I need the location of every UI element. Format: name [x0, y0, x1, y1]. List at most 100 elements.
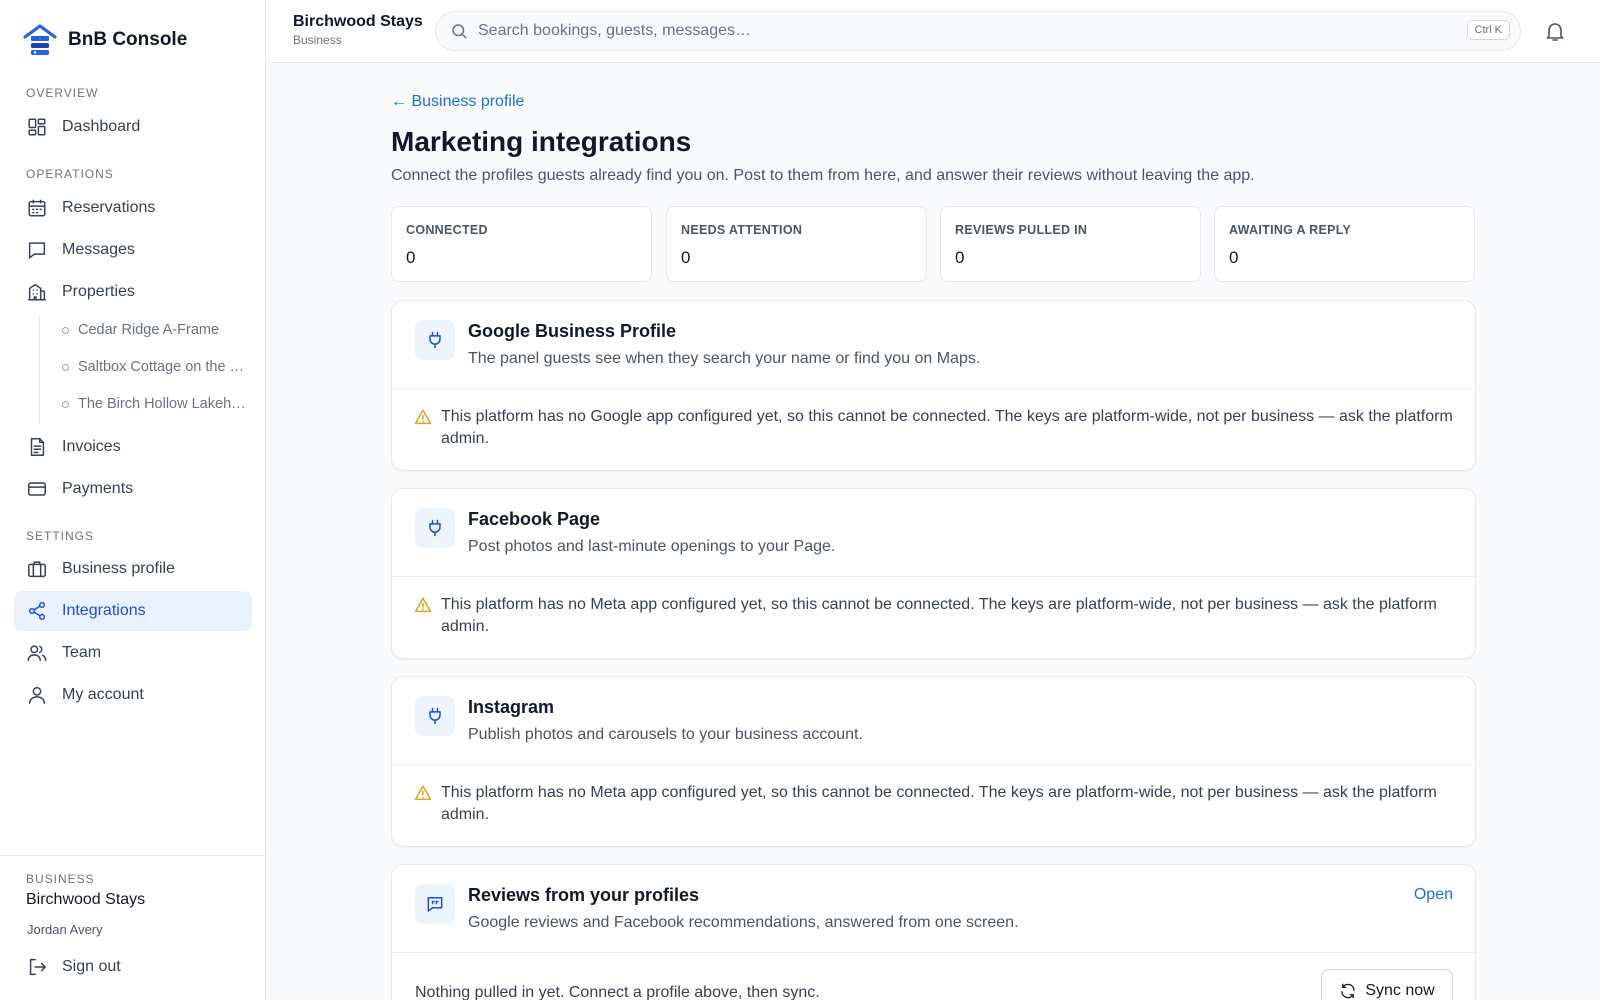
- brand[interactable]: BnB Console: [22, 22, 187, 58]
- integration-warning: This platform has no Google app configur…: [414, 406, 1454, 450]
- sidebar-item-team[interactable]: Team: [14, 633, 252, 673]
- reviews-title: Reviews from your profiles: [468, 885, 700, 905]
- topbar: Birchwood Stays Business Ctrl K: [266, 0, 1600, 63]
- search-icon: [452, 24, 467, 39]
- sync-label: Sync now: [1365, 982, 1435, 999]
- stat-value: 0: [406, 248, 416, 267]
- page-title: Marketing integrations: [391, 126, 692, 157]
- integration-card-instagram: Instagram Publish photos and carousels t…: [391, 676, 1476, 847]
- bullet-icon: [62, 326, 69, 334]
- warning-triangle-icon: [414, 597, 432, 613]
- quote-message-icon: [427, 897, 443, 912]
- stat-label: NEEDS ATTENTION: [681, 223, 803, 237]
- section-settings: SETTINGS: [26, 529, 95, 543]
- sidebar-item-reservations[interactable]: Reservations: [14, 188, 252, 228]
- business-switcher-name[interactable]: Birchwood Stays: [293, 13, 423, 31]
- business-switcher-sub: Business: [293, 33, 342, 47]
- integration-title: Google Business Profile: [468, 321, 677, 341]
- integration-warning: This platform has no Meta app configured…: [414, 594, 1454, 638]
- shortcut-hint: Ctrl K: [1466, 20, 1510, 40]
- message-icon: [28, 242, 46, 259]
- warning-text: This platform has no Google app configur…: [441, 408, 1453, 447]
- sidebar-item-label: Team: [62, 644, 102, 661]
- sidebar: BnB Console OVERVIEW Dashboard OPERATION…: [0, 0, 266, 1000]
- divider: [392, 952, 1475, 953]
- search-input[interactable]: [478, 22, 1378, 40]
- section-operations: OPERATIONS: [26, 167, 114, 181]
- integration-warning: This platform has no Meta app configured…: [414, 782, 1454, 826]
- reviews-empty-text: Nothing pulled in yet. Connect a profile…: [415, 984, 820, 1000]
- integration-card-google: Google Business Profile The panel guests…: [391, 300, 1476, 471]
- stat-card-reviews-pulled-in: REVIEWS PULLED IN 0: [940, 206, 1201, 282]
- property-item[interactable]: Cedar Ridge A-Frame: [62, 322, 250, 338]
- stat-label: REVIEWS PULLED IN: [955, 223, 1088, 237]
- plug-icon-wrap: [415, 508, 455, 548]
- property-item[interactable]: Saltbox Cottage on the …: [62, 359, 250, 375]
- plug-icon: [429, 331, 441, 349]
- sidebar-item-integrations[interactable]: Integrations: [14, 591, 252, 631]
- sidebar-item-label: Integrations: [62, 602, 146, 619]
- bullet-icon: [62, 400, 69, 408]
- search-bar[interactable]: Ctrl K: [435, 11, 1521, 51]
- sidebar-item-invoices[interactable]: Invoices: [14, 427, 252, 467]
- warning-triangle-icon: [414, 785, 432, 801]
- divider: [392, 388, 1475, 389]
- plug-icon: [429, 707, 441, 725]
- back-to-business-profile-link[interactable]: ← Business profile: [391, 93, 524, 111]
- stat-label: CONNECTED: [406, 223, 488, 237]
- integration-subtitle: The panel guests see when they search yo…: [468, 350, 981, 367]
- sidebar-item-payments[interactable]: Payments: [14, 469, 252, 509]
- sign-out-icon: [29, 958, 46, 976]
- plug-icon-wrap: [415, 320, 455, 360]
- page-description: Connect the profiles guests already find…: [391, 167, 1255, 184]
- stat-card-connected: CONNECTED 0: [391, 206, 652, 282]
- stat-value: 0: [955, 248, 965, 267]
- share-nodes-icon: [28, 602, 46, 620]
- stat-label: AWAITING A REPLY: [1229, 223, 1352, 237]
- sidebar-item-label: Properties: [62, 283, 135, 300]
- stat-card-needs-attention: NEEDS ATTENTION 0: [666, 206, 927, 282]
- dashboard-icon: [28, 118, 46, 136]
- notification-bell-icon[interactable]: [1543, 19, 1567, 43]
- integration-card-facebook: Facebook Page Post photos and last-minut…: [391, 488, 1476, 659]
- sidebar-item-label: Dashboard: [62, 118, 141, 135]
- building-icon: [28, 283, 46, 301]
- sidebar-item-my-account[interactable]: My account: [14, 675, 252, 715]
- sidebar-item-business-profile[interactable]: Business profile: [14, 549, 252, 589]
- sidebar-footer: BUSINESS Birchwood Stays Jordan Avery Si…: [0, 855, 265, 1000]
- sync-now-button[interactable]: Sync now: [1321, 969, 1453, 1000]
- stat-value: 0: [1229, 248, 1239, 267]
- integration-subtitle: Post photos and last-minute openings to …: [468, 538, 836, 555]
- section-overview: OVERVIEW: [26, 86, 99, 100]
- sign-out-button[interactable]: Sign out: [26, 956, 121, 978]
- integration-subtitle: Publish photos and carousels to your bus…: [468, 726, 863, 743]
- sidebar-item-messages[interactable]: Messages: [14, 230, 252, 270]
- bullet-icon: [62, 363, 69, 371]
- sidebar-item-label: Reservations: [62, 199, 156, 216]
- calendar-icon: [28, 199, 46, 217]
- stat-card-awaiting-reply: AWAITING A REPLY 0: [1214, 206, 1475, 282]
- business-name: Birchwood Stays: [26, 891, 146, 908]
- user-name: Jordan Avery: [27, 922, 103, 937]
- open-reviews-link[interactable]: Open: [1414, 886, 1453, 904]
- review-icon-wrap: [415, 884, 455, 924]
- divider: [392, 576, 1475, 577]
- sidebar-item-label: Business profile: [62, 560, 175, 577]
- sidebar-item-properties[interactable]: Properties: [14, 272, 252, 312]
- briefcase-icon: [28, 561, 46, 578]
- refresh-icon: [1341, 983, 1355, 999]
- user-icon: [28, 686, 46, 704]
- property-tree-line: [39, 316, 40, 424]
- sidebar-item-label: Payments: [62, 480, 134, 497]
- sidebar-item-dashboard[interactable]: Dashboard: [14, 107, 252, 147]
- warning-text: This platform has no Meta app configured…: [441, 596, 1437, 635]
- credit-card-icon: [28, 482, 46, 496]
- sidebar-item-label: My account: [62, 686, 144, 703]
- sidebar-item-label: Invoices: [62, 438, 121, 455]
- warning-triangle-icon: [414, 409, 432, 425]
- stat-value: 0: [681, 248, 691, 267]
- property-item[interactable]: The Birch Hollow Lakeh…: [62, 396, 250, 412]
- reviews-card: Reviews from your profiles Google review…: [391, 864, 1476, 1000]
- plug-icon-wrap: [415, 696, 455, 736]
- divider: [392, 764, 1475, 765]
